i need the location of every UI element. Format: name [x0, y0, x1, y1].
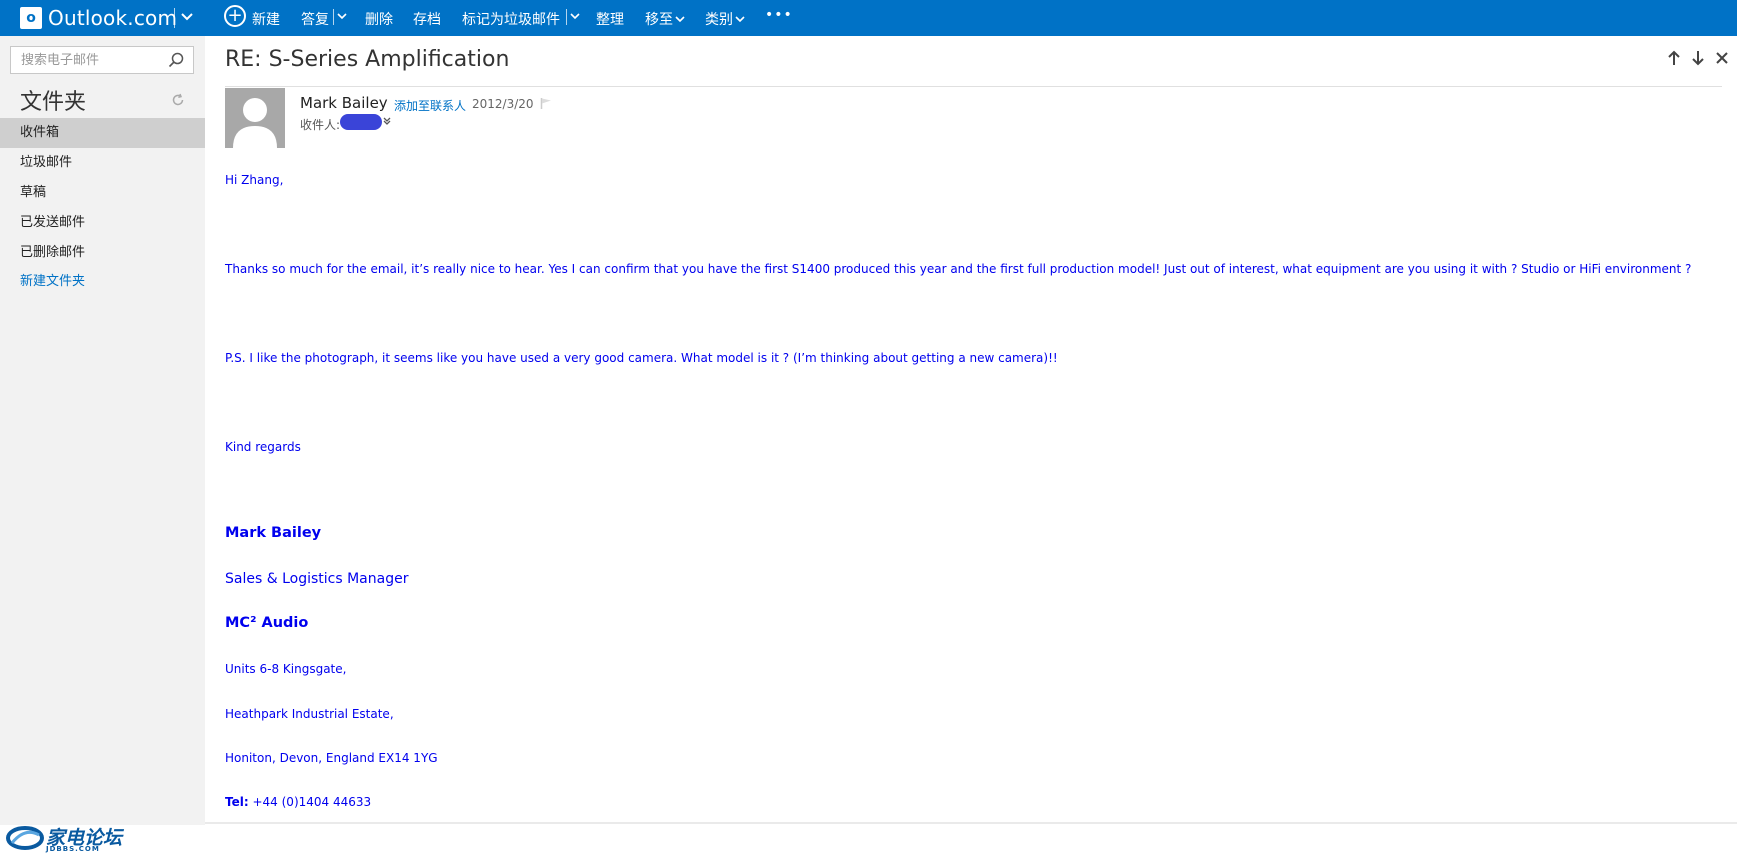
search-input[interactable]: [11, 47, 171, 73]
telephone-number: +44 (0)1404 44633: [252, 795, 372, 809]
folder-junk[interactable]: 垃圾邮件: [0, 148, 205, 178]
body-paragraph-1: Thanks so much for the email, it’s reall…: [225, 262, 1692, 276]
refresh-icon[interactable]: [171, 93, 185, 111]
reply-dropdown-chevron-icon[interactable]: [337, 9, 347, 27]
reply-label: 答复: [301, 12, 329, 28]
reply-divider: [333, 9, 334, 25]
more-actions-icon[interactable]: •••: [765, 7, 793, 23]
sidebar: 文件夹 收件箱 垃圾邮件 草稿 已发送邮件 已删除邮件 新建文件夹 家电论坛 J…: [0, 36, 205, 853]
previous-message-arrow-up-icon[interactable]: [1667, 50, 1681, 66]
watermark-subtext: JDBBS.COM: [46, 845, 100, 853]
header-divider: [225, 86, 1722, 87]
body-closing: Kind regards: [225, 440, 301, 454]
folder-deleted[interactable]: 已删除邮件: [0, 238, 205, 268]
junk-dropdown-chevron-icon[interactable]: [570, 9, 580, 27]
search-box: [10, 46, 194, 74]
archive-button[interactable]: 存档: [413, 9, 441, 29]
signature-address-2: Heathpark Industrial Estate,: [225, 707, 394, 721]
folder-inbox[interactable]: 收件箱: [0, 118, 205, 148]
signature-title: Sales & Logistics Manager: [225, 571, 409, 587]
recipient-label: 收件人:: [300, 118, 341, 132]
sender-avatar[interactable]: [225, 88, 285, 148]
move-to-button[interactable]: 移至: [645, 9, 685, 29]
app-title: Outlook.com: [48, 6, 178, 30]
junk-button[interactable]: 标记为垃圾邮件: [462, 9, 560, 29]
signature-company: MC² Audio: [225, 615, 309, 631]
category-label: 类别: [705, 12, 733, 28]
next-message-arrow-down-icon[interactable]: [1691, 50, 1705, 66]
junk-label: 标记为垃圾邮件: [462, 12, 560, 28]
message-date: 2012/3/20: [472, 97, 534, 111]
recipient-redacted: [340, 114, 382, 130]
folders-heading: 文件夹: [20, 90, 87, 115]
logo-divider: [174, 8, 175, 28]
folder-sent[interactable]: 已发送邮件: [0, 208, 205, 238]
folder-drafts[interactable]: 草稿: [0, 178, 205, 208]
new-plus-icon[interactable]: +: [224, 5, 246, 27]
message-subject: RE: S-Series Amplification: [225, 47, 510, 72]
category-chevron-icon: [735, 14, 745, 27]
category-button[interactable]: 类别: [705, 9, 745, 29]
body-paragraph-2: P.S. I like the photograph, it seems lik…: [225, 351, 1058, 365]
signature-name: Mark Bailey: [225, 525, 322, 541]
junk-divider: [566, 9, 567, 25]
watermark-logo: 家电论坛 JDBBS.COM: [6, 823, 126, 855]
new-folder-link[interactable]: 新建文件夹: [0, 267, 205, 297]
new-button[interactable]: 新建: [252, 9, 280, 29]
outlook-logo[interactable]: o Outlook.com: [20, 6, 177, 30]
watermark-swirl-icon: [6, 826, 44, 850]
signature-telephone: Tel: +44 (0)1404 44633: [225, 795, 371, 809]
signature-address-1: Units 6-8 Kingsgate,: [225, 662, 347, 676]
add-to-contacts-link[interactable]: 添加至联系人: [394, 97, 466, 114]
body-greeting: Hi Zhang,: [225, 173, 284, 187]
message-navigation: [1667, 50, 1729, 66]
signature-address-3: Honiton, Devon, England EX14 1YG: [225, 751, 438, 765]
delete-button[interactable]: 删除: [365, 9, 393, 29]
expand-recipients-chevron-icon[interactable]: [383, 116, 391, 129]
top-bar: o Outlook.com + 新建 答复 删除 存档 标记为垃圾邮件 整理 移…: [0, 0, 1737, 36]
move-to-label: 移至: [645, 12, 673, 28]
default-person-icon: [233, 98, 277, 148]
sender-name[interactable]: Mark Bailey: [300, 94, 388, 112]
close-icon[interactable]: [1715, 50, 1729, 66]
reply-button[interactable]: 答复: [301, 9, 329, 29]
sweep-button[interactable]: 整理: [596, 9, 624, 29]
telephone-label: Tel:: [225, 795, 249, 809]
search-icon[interactable]: [167, 51, 185, 69]
app-switcher-chevron-icon[interactable]: [180, 5, 194, 33]
bottom-border: [205, 822, 1737, 824]
outlook-logo-icon: o: [20, 7, 42, 29]
move-to-chevron-icon: [675, 14, 685, 27]
flag-icon[interactable]: [540, 97, 552, 114]
